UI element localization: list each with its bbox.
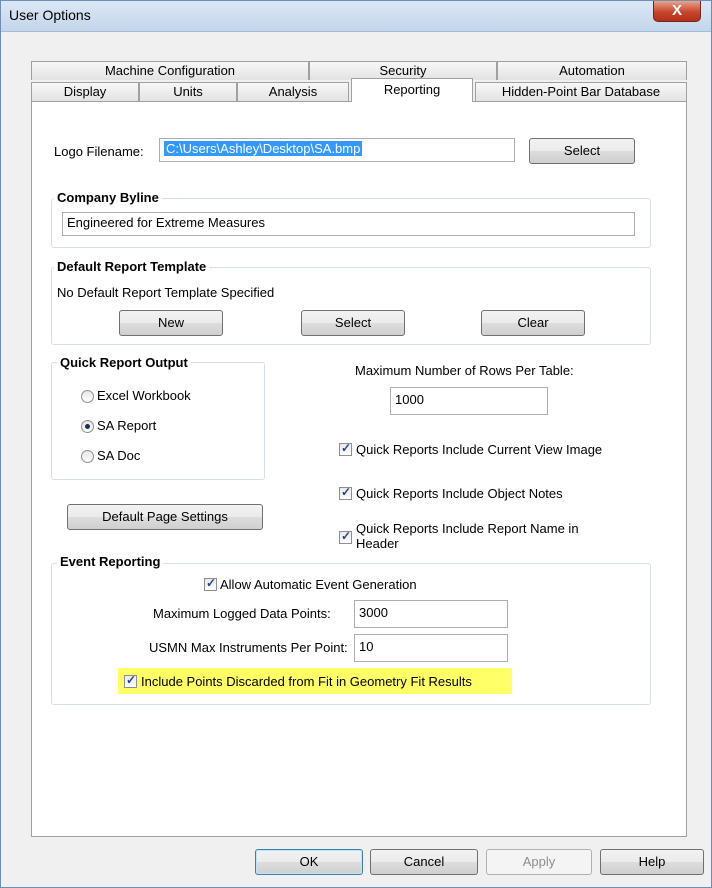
checkbox-report-name-label-line1: Quick Reports Include Report Name in [356,521,579,536]
user-options-window: User Options X Machine Configuration Sec… [0,0,712,888]
template-clear-button[interactable]: Clear [481,310,585,336]
quick-report-output-title: Quick Report Output [57,355,191,370]
radio-sa-doc[interactable] [81,450,94,463]
apply-button[interactable]: Apply [486,849,592,875]
radio-sa-report[interactable] [81,420,94,433]
logo-filename-value: C:\Users\Ashley\Desktop\SA.bmp [164,141,363,156]
tab-units[interactable]: Units [139,82,237,101]
checkbox-report-name-in-header[interactable] [339,529,352,544]
tab-display[interactable]: Display [31,82,139,101]
title-bar[interactable]: User Options X [1,1,711,32]
default-report-template-title: Default Report Template [54,259,210,274]
max-logged-input[interactable]: 3000 [354,600,508,628]
checkbox-object-notes[interactable] [339,485,352,500]
radio-excel-workbook[interactable] [81,390,94,403]
checkbox-current-view-image-label: Quick Reports Include Current View Image [356,442,603,457]
close-icon: X [671,2,682,19]
default-template-status: No Default Report Template Specified [57,285,275,300]
max-rows-input[interactable]: 1000 [390,387,548,415]
company-byline-input[interactable]: Engineered for Extreme Measures [62,212,635,236]
max-rows-label: Maximum Number of Rows Per Table: [355,363,574,378]
tab-analysis[interactable]: Analysis [237,82,349,101]
logo-select-button[interactable]: Select [529,138,635,164]
checkbox-allow-automatic-event-label: Allow Automatic Event Generation [220,577,417,592]
cancel-button[interactable]: Cancel [370,849,478,875]
checkbox-current-view-image[interactable] [339,441,352,456]
ok-button[interactable]: OK [255,849,363,875]
close-button[interactable]: X [653,1,701,22]
checkbox-report-name-label-line2: Header [356,536,399,551]
usmn-max-label: USMN Max Instruments Per Point: [149,640,348,655]
help-button[interactable]: Help [600,849,704,875]
window-title: User Options [9,7,91,23]
tab-reporting[interactable]: Reporting [351,78,473,102]
event-reporting-title: Event Reporting [57,554,164,569]
max-logged-label: Maximum Logged Data Points: [153,606,331,621]
logo-filename-label: Logo Filename: [54,144,144,159]
template-new-button[interactable]: New [119,310,223,336]
tab-machine-configuration[interactable]: Machine Configuration [31,61,309,80]
company-byline-title: Company Byline [54,190,162,205]
checkbox-include-discarded-points-label: Include Points Discarded from Fit in Geo… [141,674,472,689]
template-select-button[interactable]: Select [301,310,405,336]
logo-filename-input[interactable]: C:\Users\Ashley\Desktop\SA.bmp [159,138,515,162]
usmn-max-input[interactable]: 10 [354,634,508,662]
checkbox-object-notes-label: Quick Reports Include Object Notes [356,486,563,501]
tab-hidden-point-bar-database[interactable]: Hidden-Point Bar Database [475,82,687,101]
default-page-settings-button[interactable]: Default Page Settings [67,504,263,530]
checkbox-allow-automatic-event[interactable] [204,576,217,591]
checkbox-include-discarded-points[interactable] [124,673,137,688]
radio-sa-doc-label: SA Doc [97,448,141,463]
tab-automation[interactable]: Automation [497,61,687,80]
radio-sa-report-label: SA Report [97,418,157,433]
radio-excel-workbook-label: Excel Workbook [97,388,191,403]
